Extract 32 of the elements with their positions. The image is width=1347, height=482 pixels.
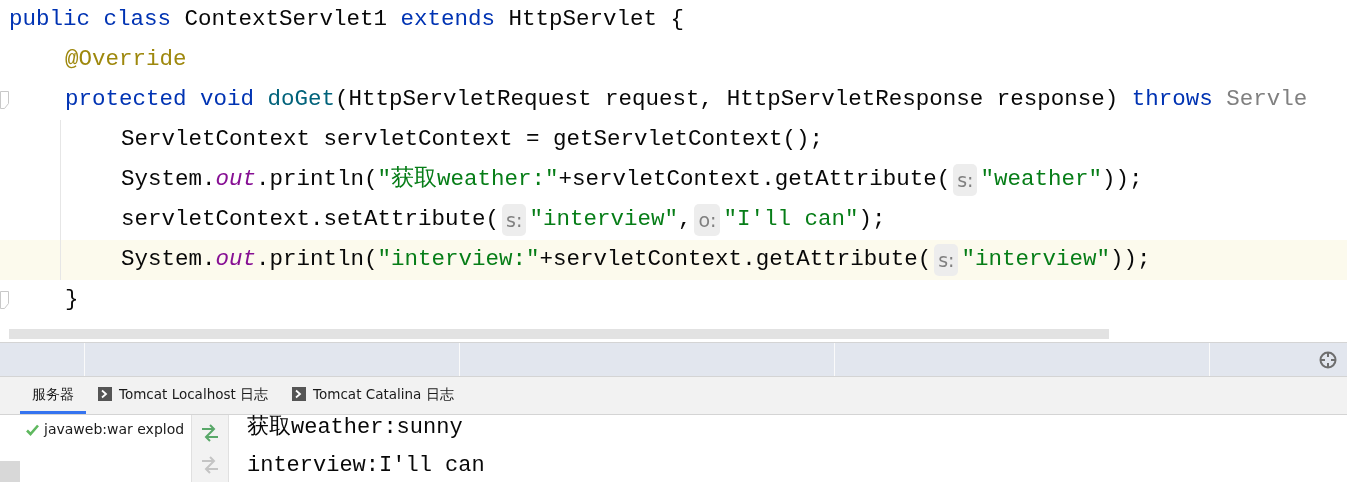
code-text: public class ContextServlet1 extends HttpServlet { — [9, 5, 685, 35]
tab[interactable]: Tomcat Localhost 日志 — [86, 377, 281, 414]
fold-icon[interactable] — [0, 291, 9, 309]
code-text: @Override — [65, 45, 187, 75]
code-text: System.out.println("获取weather:"+servletContext.getAttribute( — [121, 165, 951, 195]
code-text: "interview")); — [961, 245, 1151, 275]
terminal-icon — [98, 387, 112, 401]
code-text: servletContext.setAttribute( — [121, 205, 500, 235]
code-text: } — [65, 285, 79, 315]
code-text: System.out.println("interview:"+servletContext.getAttribute( — [121, 245, 932, 275]
arrows-icon — [200, 455, 220, 475]
inlay-hint: o: — [694, 204, 721, 236]
terminal-icon — [292, 387, 307, 401]
inlay-hint: s: — [502, 204, 527, 236]
code-text: ServletContext servletContext = getServletContext(); — [121, 125, 824, 155]
scrollbar[interactable] — [8, 328, 1110, 340]
tab[interactable]: Tomcat Catalina 日志 — [280, 377, 466, 414]
arrows-icon — [200, 423, 220, 443]
fold-icon[interactable] — [0, 91, 9, 109]
inlay-hint: s: — [953, 164, 978, 196]
target-icon[interactable] — [1319, 350, 1337, 369]
code-text: "interview", — [529, 205, 692, 235]
tab[interactable]: 服务器 — [20, 377, 86, 414]
code-text: "weather")); — [980, 165, 1143, 195]
console-line: 获取weather:sunny — [247, 415, 464, 442]
rerun-button[interactable] — [200, 423, 220, 443]
inlay-hint: s: — [934, 244, 959, 276]
code-text: protected void doGet(HttpServletRequest request, HttpServletResponse response) throws Servle — [65, 85, 1308, 115]
code-text: "I'll can"); — [723, 205, 886, 235]
server-item[interactable]: javaweb:war explod — [26, 419, 185, 440]
side-strip — [0, 461, 20, 482]
console-line: interview:I'll can — [247, 453, 485, 480]
